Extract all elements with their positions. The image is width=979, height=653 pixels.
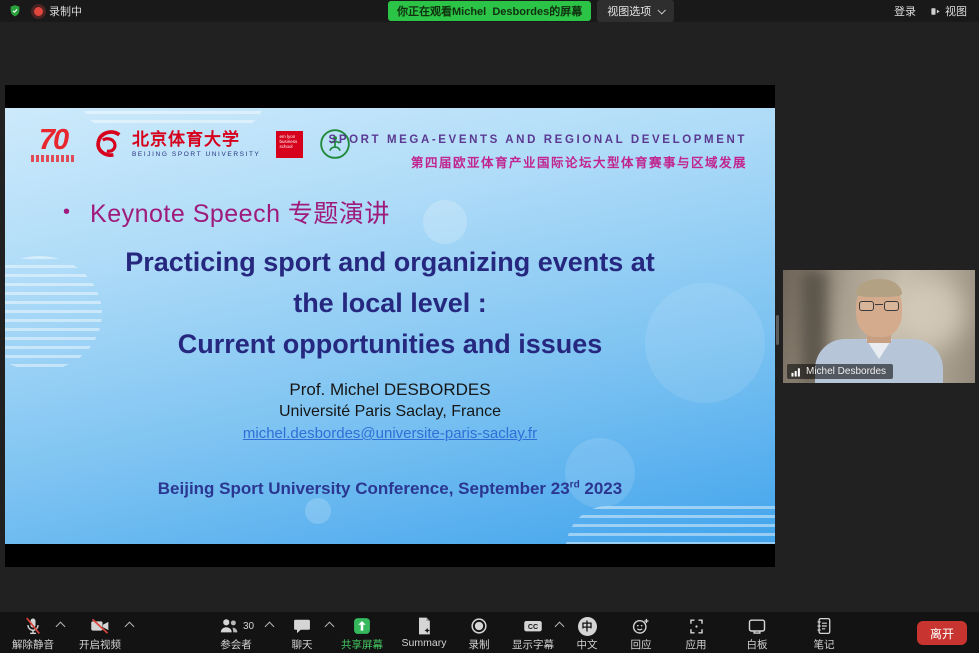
panel-resize-handle[interactable] <box>776 315 779 345</box>
slide-decoration <box>423 200 467 244</box>
signal-bars-icon <box>791 366 802 377</box>
participants-label: 参会者 <box>220 637 252 652</box>
notes-icon <box>815 616 833 636</box>
participants-count: 30 <box>243 621 254 632</box>
slide-header: SPORT MEGA-EVENTS AND REGIONAL DEVELOPME… <box>329 134 747 171</box>
shield-check-icon <box>8 4 22 18</box>
view-options-label: 视图选项 <box>607 3 651 19</box>
view-label: 视图 <box>945 3 967 19</box>
glasses-icon <box>859 301 899 311</box>
slide-title: Practicing sport and organizing events a… <box>5 242 775 365</box>
conference-title-zh: 第四届欧亚体育产业国际论坛大型体育赛事与区域发展 <box>329 152 747 171</box>
slide-logos: 70 北京体育大学 BEIJING SPORT UNIVERSITY em ly… <box>31 126 351 162</box>
view-options-button[interactable]: 视图选项 <box>597 0 674 22</box>
speaker-email-link: michel.desbordes@universite-paris-saclay… <box>5 423 775 445</box>
shared-screen-view: 70 北京体育大学 BEIJING SPORT UNIVERSITY em ly… <box>5 85 775 567</box>
chat-label: 聊天 <box>292 637 313 652</box>
speaker-block: Prof. Michel DESBORDES Université Paris … <box>5 379 775 445</box>
view-layout-icon <box>930 6 941 17</box>
keynote-text: Keynote Speech 专题演讲 <box>90 194 390 230</box>
participant-name-badge: Michel Desbordes <box>787 364 893 379</box>
bsu-logo-text: 北京体育大学 BEIJING SPORT UNIVERSITY <box>132 131 260 158</box>
language-icon: 中 <box>578 617 597 636</box>
share-screen-icon <box>352 616 372 636</box>
language-label: 中文 <box>577 637 598 652</box>
conference-title-en: SPORT MEGA-EVENTS AND REGIONAL DEVELOPME… <box>329 134 747 146</box>
bsu-chinese-name: 北京体育大学 <box>132 131 260 149</box>
glasses-lens <box>884 301 899 311</box>
whiteboard-icon <box>747 616 767 636</box>
slide-decoration <box>305 498 331 524</box>
whiteboard-button[interactable]: 白板 <box>719 616 795 652</box>
sign-in-button[interactable]: 登录 <box>894 3 916 19</box>
start-video-button[interactable]: 开启视频 <box>62 616 138 652</box>
speaker-name: Prof. Michel DESBORDES <box>5 379 775 401</box>
record-label: 录制 <box>469 637 490 652</box>
start-video-label: 开启视频 <box>79 637 121 652</box>
sign-in-label: 登录 <box>894 3 916 19</box>
watching-screen-badge: 你正在观看Michel Desbordes的屏幕 <box>388 1 591 21</box>
summary-label: Summary <box>402 637 447 649</box>
conference-date-ordinal: rd <box>570 479 580 490</box>
meeting-toolbar: 解除静音 开启视频 30 参会者 <box>0 612 979 653</box>
keynote-heading: • Keynote Speech 专题演讲 <box>63 194 390 230</box>
conference-date-suffix: 2023 <box>580 479 623 498</box>
anniversary-70-logo: 70 <box>31 126 75 162</box>
language-glyph: 中 <box>582 618 593 634</box>
apps-label: 应用 <box>686 637 707 652</box>
security-shield-icon[interactable] <box>8 4 22 18</box>
chat-bubble-icon <box>292 616 312 636</box>
notes-button[interactable]: 笔记 <box>786 616 862 652</box>
participant-video[interactable]: Michel Desbordes <box>783 270 975 383</box>
top-bar-right: 登录 视图 <box>894 3 979 19</box>
recording-indicator[interactable]: 录制中 <box>34 3 82 19</box>
microphone-muted-icon <box>23 616 43 636</box>
closed-captions-icon: CC <box>522 616 544 636</box>
recording-label: 录制中 <box>49 3 82 19</box>
slide-decoration <box>83 108 263 128</box>
title-line-2: the local level : <box>5 283 775 324</box>
apps-icon <box>687 617 706 636</box>
svg-text:CC: CC <box>528 623 538 631</box>
title-line-3: Current opportunities and issues <box>5 324 775 365</box>
reactions-smiley-icon <box>631 616 651 636</box>
beijing-sport-university-logo: 北京体育大学 BEIJING SPORT UNIVERSITY <box>91 127 260 161</box>
chevron-down-icon <box>658 6 666 14</box>
presentation-slide: 70 北京体育大学 BEIJING SPORT UNIVERSITY em ly… <box>5 108 775 544</box>
participant-name: Michel Desbordes <box>806 366 886 377</box>
anniversary-70-text: 70 <box>39 126 67 154</box>
top-bar: 录制中 你正在观看Michel Desbordes的屏幕 视图选项 登录 视图 <box>0 0 979 22</box>
participants-icon <box>218 616 240 636</box>
top-bar-center: 你正在观看Michel Desbordes的屏幕 视图选项 <box>388 0 674 22</box>
recording-dot-icon <box>34 7 43 16</box>
summary-document-icon <box>415 616 433 636</box>
whiteboard-label: 白板 <box>747 637 768 652</box>
video-background-detail <box>895 278 965 348</box>
participant-head <box>856 281 902 337</box>
emlyon-logo: em lyon business school <box>276 131 303 158</box>
bsu-english-name: BEIJING SPORT UNIVERSITY <box>132 151 260 158</box>
conference-date-line: Beijing Sport University Conference, Sep… <box>5 479 775 499</box>
conference-date-prefix: Beijing Sport University Conference, Sep… <box>158 479 570 498</box>
notes-label: 笔记 <box>814 637 835 652</box>
record-icon <box>469 616 489 636</box>
captions-label: 显示字幕 <box>512 637 554 652</box>
top-bar-left: 录制中 <box>0 3 82 19</box>
anniversary-caption-decoration <box>31 155 75 162</box>
leave-meeting-button[interactable]: 离开 <box>917 621 967 645</box>
participants-button[interactable]: 30 参会者 <box>198 616 274 652</box>
slide-decoration <box>566 506 775 544</box>
title-line-1: Practicing sport and organizing events a… <box>5 242 775 283</box>
unmute-label: 解除静音 <box>12 637 54 652</box>
bullet-point: • <box>63 201 70 224</box>
camera-off-icon <box>89 616 111 636</box>
view-layout-button[interactable]: 视图 <box>930 3 967 19</box>
glasses-lens <box>859 301 874 311</box>
bsu-swirl-icon <box>91 127 125 161</box>
reactions-label: 回应 <box>631 637 652 652</box>
share-screen-label: 共享屏幕 <box>341 637 383 652</box>
speaker-affiliation: Université Paris Saclay, France <box>5 401 775 423</box>
